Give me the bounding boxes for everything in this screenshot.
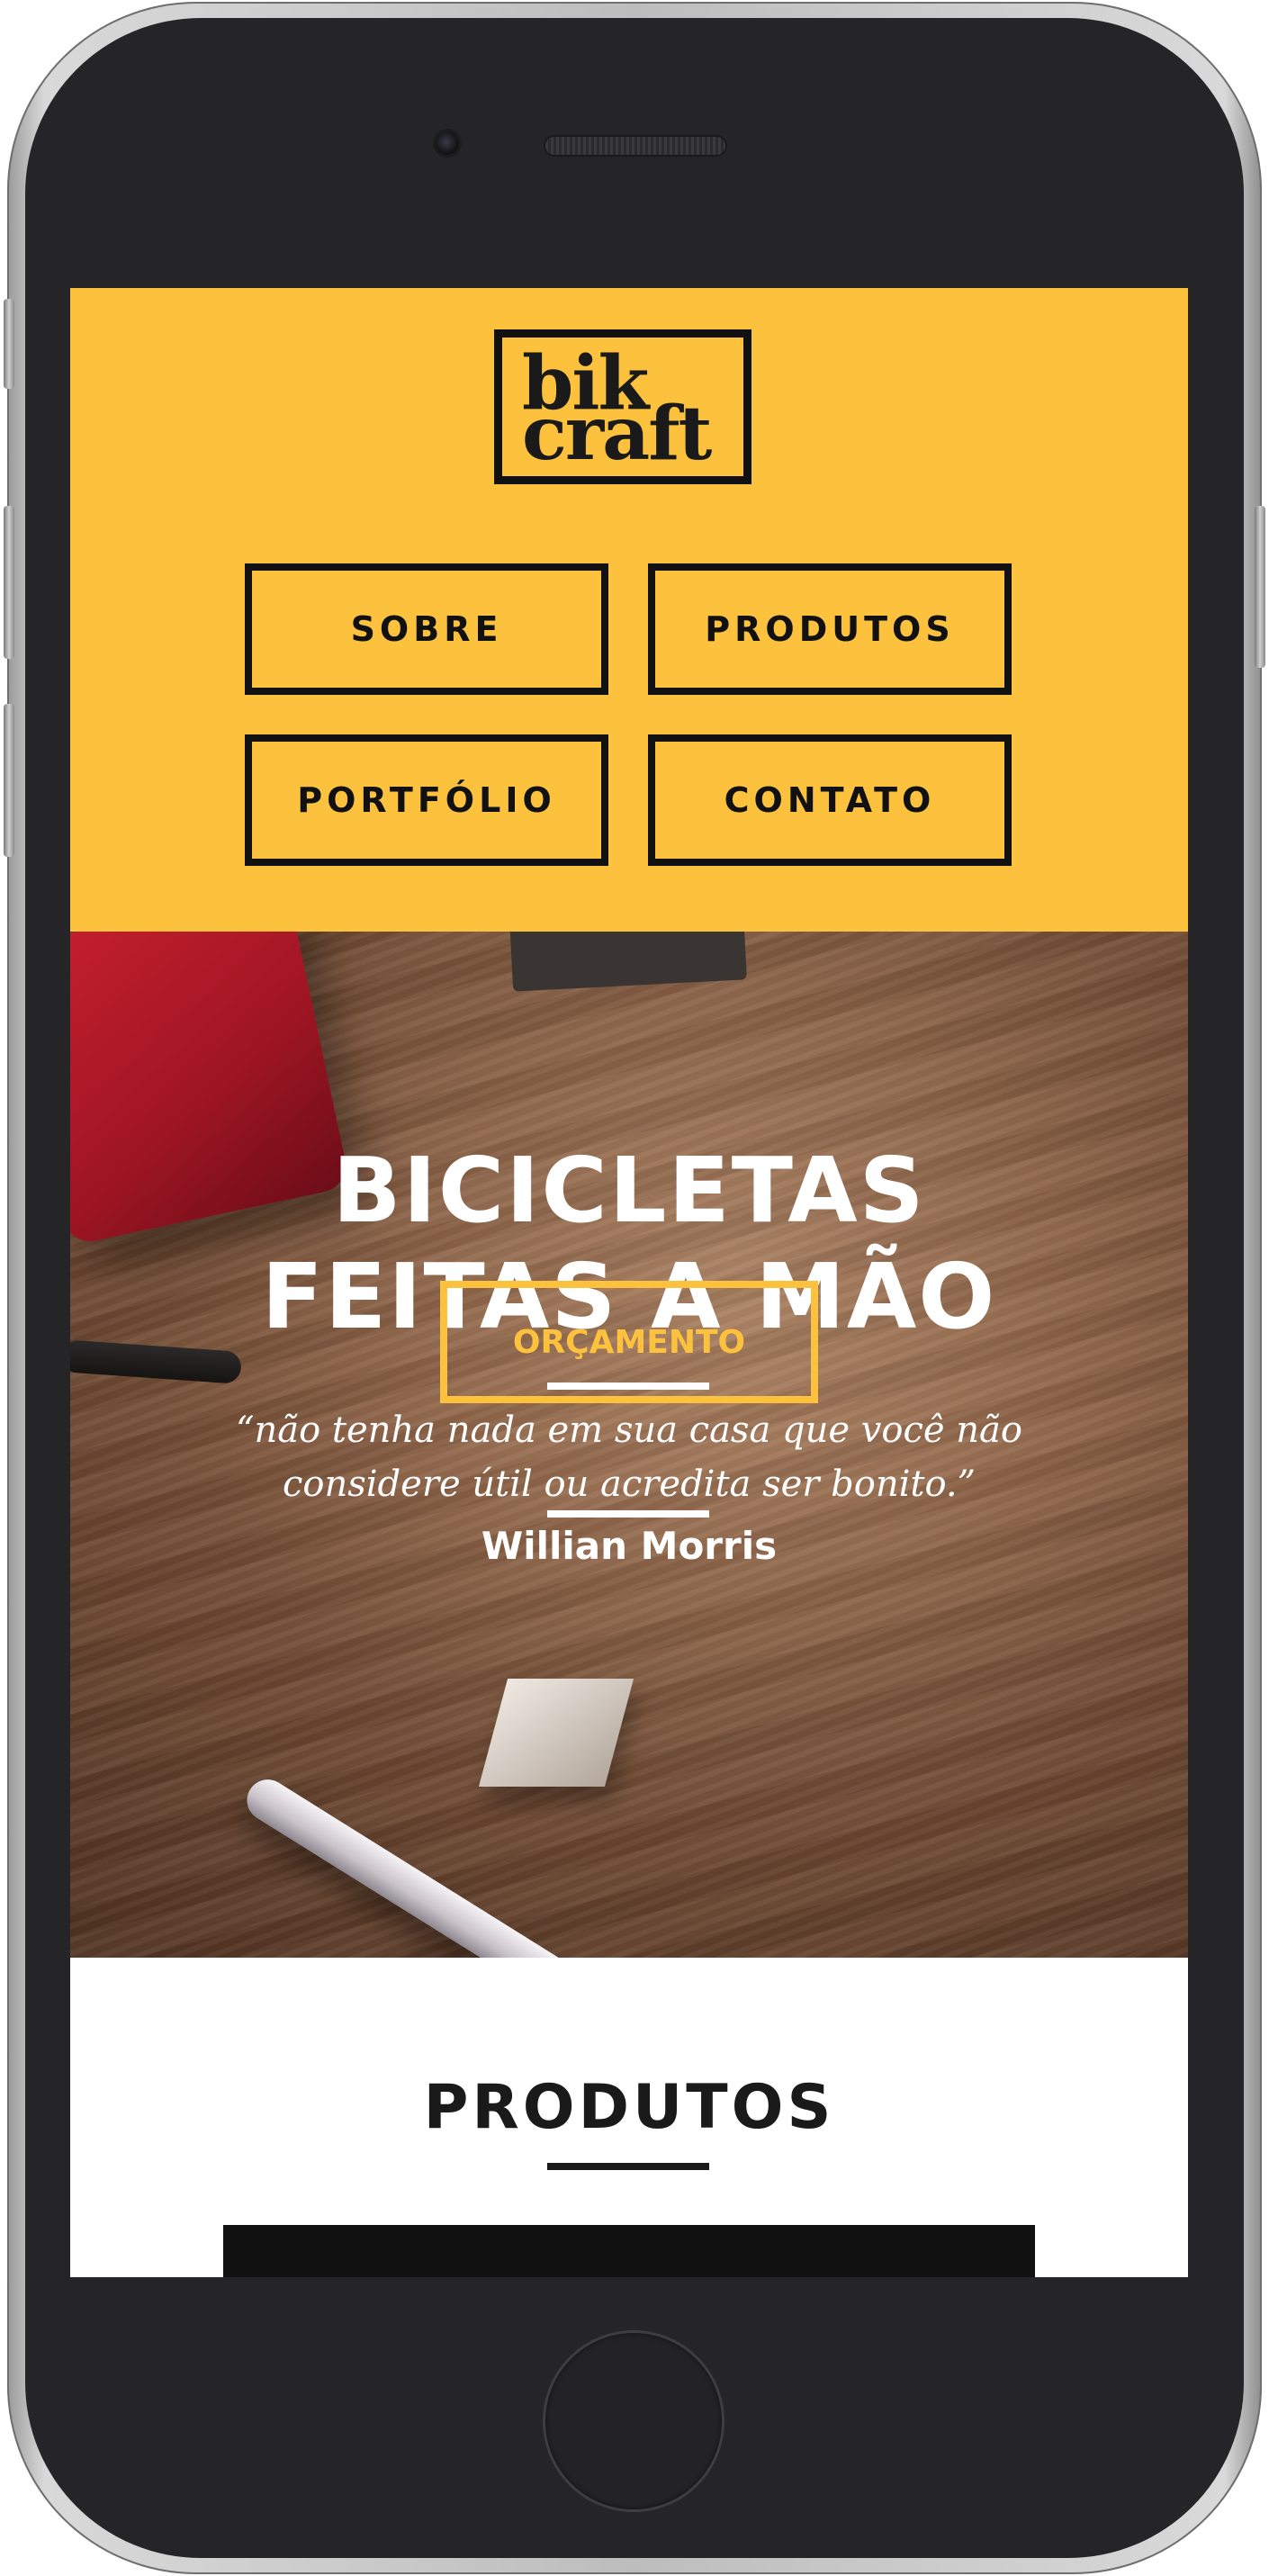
logo-text-line-2: craft <box>522 391 712 477</box>
home-button-icon[interactable] <box>545 2333 722 2509</box>
produtos-section-title: PRODUTOS <box>423 2072 835 2143</box>
mute-switch <box>4 299 14 389</box>
hero-divider-bottom <box>547 1510 709 1518</box>
power-button <box>1255 506 1265 668</box>
nav-contato-button[interactable]: CONTATO <box>648 734 1012 866</box>
hero-quote-line-2: considere útil ou acredita ser bonito.” <box>282 1464 976 1505</box>
produtos-divider <box>547 2163 709 2170</box>
site-header: bik craft SOBRE PRODUTOS PORTFÓLIO CONTA… <box>70 288 1188 932</box>
hero-quote-line-1: “não tenha nada em sua casa que você não <box>236 1410 1022 1451</box>
product-card-image[interactable] <box>223 2225 1035 2277</box>
hero-section: BICICLETAS FEITAS A MÃO “não tenha nada … <box>70 932 1188 1958</box>
earpiece-speaker-icon <box>545 137 725 155</box>
volume-up-button <box>4 506 14 659</box>
hero-title-line-1: BICICLETAS <box>332 1138 926 1243</box>
nav-produtos-button[interactable]: PRODUTOS <box>648 563 1012 695</box>
orcamento-button[interactable]: ORÇAMENTO <box>440 1281 818 1403</box>
nav-sobre-button[interactable]: SOBRE <box>245 563 608 695</box>
hero-quote-author: Willian Morris <box>481 1524 778 1568</box>
bikcraft-logo[interactable]: bik craft <box>494 329 752 484</box>
nav-portfolio-button[interactable]: PORTFÓLIO <box>245 734 608 866</box>
front-camera-icon <box>436 131 459 155</box>
phone-screen: bik craft SOBRE PRODUTOS PORTFÓLIO CONTA… <box>70 288 1188 2277</box>
volume-down-button <box>4 704 14 857</box>
